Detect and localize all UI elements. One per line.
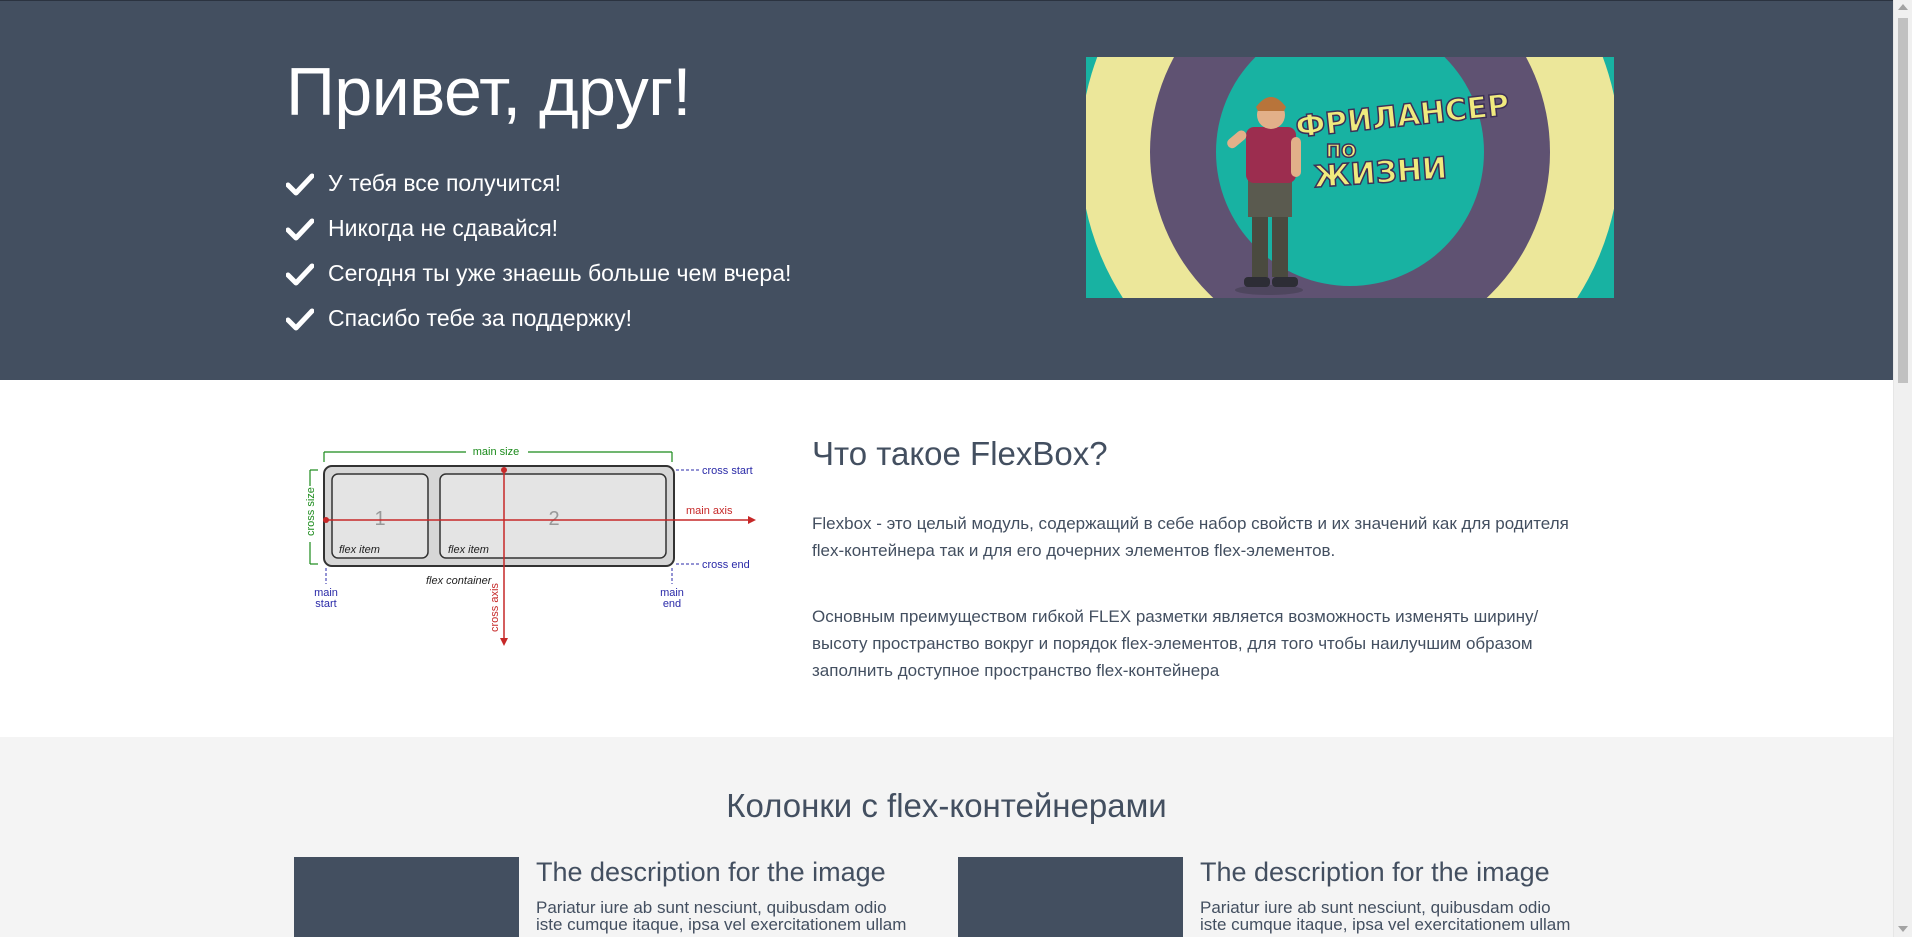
hero-list: У тебя все получится! Никогда не сдавайс… xyxy=(286,161,791,341)
card-text-line: iste cumque itaque, ipsa vel exercitatio… xyxy=(536,915,907,934)
svg-text:end: end xyxy=(663,598,681,610)
columns-section: Колонки с flex-контейнерами The descript… xyxy=(0,737,1893,937)
list-item-text: Никогда не сдавайся! xyxy=(328,215,559,241)
page: Привет, друг! У тебя все получится! Нико… xyxy=(0,0,1893,937)
hero-section: Привет, друг! У тебя все получится! Нико… xyxy=(0,0,1893,380)
svg-text:main axis: main axis xyxy=(686,505,733,517)
card-text-line: iste cumque itaque, ipsa vel exercitatio… xyxy=(1200,915,1571,934)
scroll-down-arrow-icon[interactable] xyxy=(1898,926,1908,932)
vertical-scrollbar[interactable] xyxy=(1893,0,1912,937)
check-icon xyxy=(286,306,316,332)
card-title: The description for the image xyxy=(1200,857,1550,887)
check-icon xyxy=(286,261,316,287)
list-item-text: Спасибо тебе за поддержку! xyxy=(328,305,632,331)
list-item: Сегодня ты уже знаешь больше чем вчера! xyxy=(286,251,791,296)
svg-text:1: 1 xyxy=(374,508,385,530)
svg-text:cross end: cross end xyxy=(702,559,750,571)
svg-text:flex container: flex container xyxy=(426,575,493,587)
svg-text:flex item: flex item xyxy=(448,544,489,556)
svg-text:start: start xyxy=(315,598,336,610)
list-item-text: У тебя все получится! xyxy=(328,170,562,196)
card-text: Pariatur iure ab sunt nesciunt, quibusda… xyxy=(1200,899,1600,933)
card-image xyxy=(294,857,519,937)
hero-banner-image: ФРИЛАНСЕР ПО ЖИЗНИ xyxy=(1086,57,1614,298)
flexbox-title: Что такое FlexBox? xyxy=(812,435,1108,472)
card-text: Pariatur iure ab sunt nesciunt, quibusda… xyxy=(536,899,936,933)
list-item-text: Сегодня ты уже знаешь больше чем вчера! xyxy=(328,260,792,286)
check-icon xyxy=(286,216,316,242)
flexbox-paragraph-1: Flexbox - это целый модуль, содержащий в… xyxy=(812,514,1569,560)
column-card: The description for the image Pariatur i… xyxy=(958,857,1598,937)
svg-text:cross size: cross size xyxy=(305,487,317,536)
list-item: Спасибо тебе за поддержку! xyxy=(286,296,791,341)
column-card: The description for the image Pariatur i… xyxy=(294,857,934,937)
columns-title: Колонки с flex-контейнерами xyxy=(726,787,1167,824)
svg-text:cross axis: cross axis xyxy=(489,583,501,632)
hero-title: Привет, друг! xyxy=(286,54,691,130)
svg-text:2: 2 xyxy=(548,508,559,530)
list-item: У тебя все получится! xyxy=(286,161,791,206)
scrollbar-thumb[interactable] xyxy=(1898,18,1908,383)
check-icon xyxy=(286,171,316,197)
svg-text:flex item: flex item xyxy=(339,544,380,556)
flexbox-section: main size 1 2 flex item flex item flex c… xyxy=(0,380,1893,737)
diagram-label: main size xyxy=(473,446,519,458)
svg-text:cross start: cross start xyxy=(702,465,753,477)
flexbox-paragraph-2: Основным преимуществом гибкой FLEX разме… xyxy=(812,607,1539,680)
card-image xyxy=(958,857,1183,937)
flexbox-diagram: main size 1 2 flex item flex item flex c… xyxy=(296,440,766,650)
scroll-up-arrow-icon[interactable] xyxy=(1898,4,1908,10)
list-item: Никогда не сдавайся! xyxy=(286,206,791,251)
card-title: The description for the image xyxy=(536,857,886,887)
